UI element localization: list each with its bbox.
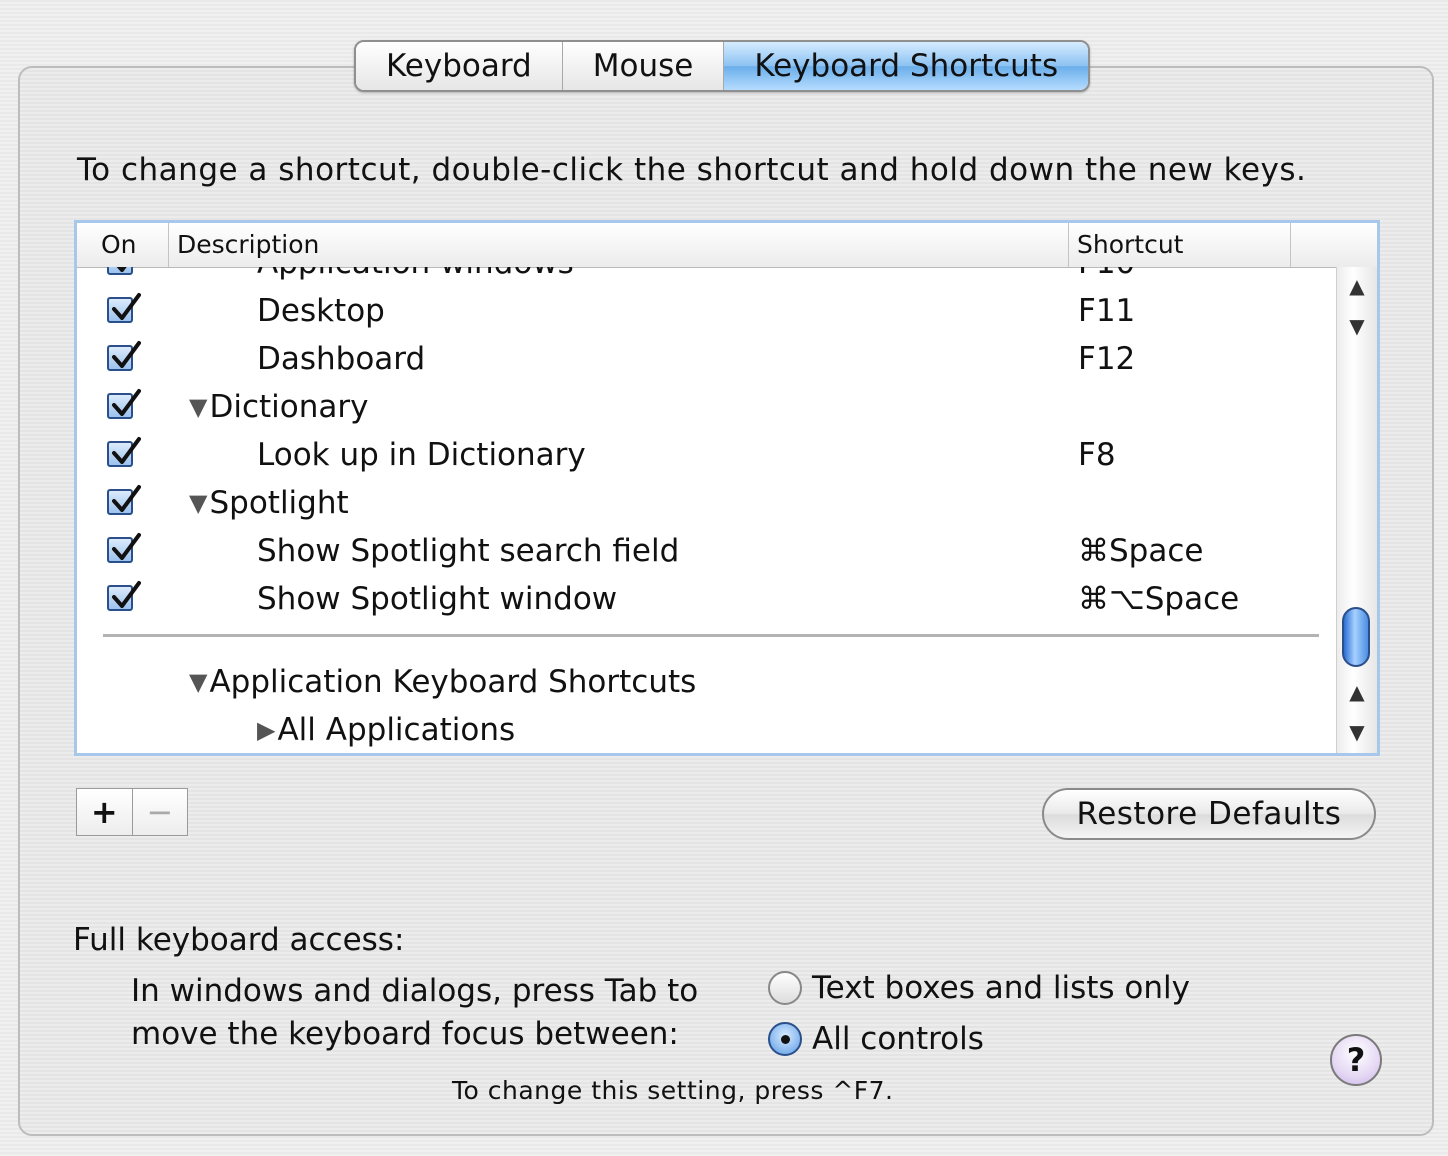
add-remove-buttons: + − [76,788,188,836]
table-row[interactable]: Application windows F10 [77,267,1339,287]
row-description-text: Look up in Dictionary [257,437,586,473]
row-description: ▶All Applications [257,706,515,753]
table-body: Application windowsF10DesktopF11Dashboar… [77,267,1339,753]
scroll-down-arrow-icon[interactable]: ▼ [1337,713,1377,751]
checkmark-icon [112,293,141,320]
table-header: On Description Shortcut [77,223,1377,268]
full-keyboard-access-description: In windows and dialogs, press Tab to mov… [131,970,698,1056]
table-row[interactable]: ▼Spotlight [77,479,1339,527]
row-description: ▼Spotlight [189,479,349,527]
row-description-text: Application windows [257,267,574,281]
radio-label: Text boxes and lists only [812,970,1190,1006]
checkmark-icon [112,437,141,464]
table-row[interactable]: ▼Application Keyboard Shortcuts [77,658,1339,706]
disclosure-expanded-icon[interactable]: ▼ [189,658,207,706]
disclosure-expanded-icon[interactable]: ▼ [189,479,207,527]
table-row[interactable]: Dashboard F12 [77,335,1339,383]
row-shortcut[interactable]: F11 [1078,287,1135,335]
help-button[interactable]: ? [1330,1034,1382,1086]
tab-mouse[interactable]: Mouse [562,42,725,90]
table-row[interactable]: ▼Dictionary [77,383,1339,431]
add-shortcut-button[interactable]: + [77,789,133,835]
row-shortcut[interactable]: F10 [1078,267,1135,287]
instruction-text: To change a shortcut, double-click the s… [77,152,1307,188]
row-description-text: Show Spotlight search field [257,533,680,569]
column-header-description[interactable]: Description [169,223,1069,267]
table-row[interactable]: Look up in Dictionary F8 [77,431,1339,479]
row-shortcut[interactable]: F8 [1078,431,1116,479]
scroll-up-arrow-icon[interactable]: ▲ [1337,673,1377,711]
row-description-text: Dictionary [209,389,369,425]
row-shortcut[interactable]: F12 [1078,335,1135,383]
row-description: Show Spotlight window [257,575,617,623]
row-description-text: Dashboard [257,341,426,377]
row-description-text: All Applications [277,712,516,748]
radio-text-boxes-only[interactable]: Text boxes and lists only [768,970,1190,1006]
radio-button[interactable] [768,971,802,1005]
tab-bar: Keyboard Mouse Keyboard Shortcuts [354,40,1091,92]
description-line: In windows and dialogs, press Tab to [131,973,699,1009]
checkbox[interactable] [107,267,133,275]
checkmark-icon [112,533,141,560]
checkmark-icon [112,341,141,368]
checkmark-icon [112,581,141,608]
restore-defaults-button[interactable]: Restore Defaults [1042,788,1376,840]
scroll-thumb[interactable] [1342,607,1370,667]
checkbox[interactable] [107,485,141,515]
row-description-text: Spotlight [209,485,349,521]
radio-button[interactable] [768,1022,802,1056]
row-description-text: Application Keyboard Shortcuts [209,664,697,700]
disclosure-collapsed-icon[interactable]: ▶ [257,706,275,753]
row-description-text: Desktop [257,293,385,329]
vertical-scrollbar[interactable]: ▲ ▼ ▲ ▼ [1336,267,1377,753]
tab-keyboard[interactable]: Keyboard [356,42,563,90]
checkbox[interactable] [107,437,141,467]
row-description: Desktop [257,287,385,335]
row-description: Show Spotlight search field [257,527,679,575]
checkbox[interactable] [107,293,141,323]
full-keyboard-access-title: Full keyboard access: [73,922,405,958]
section-separator [103,634,1319,637]
keyboard-access-hint: To change this setting, press ^F7. [452,1076,894,1105]
shortcuts-table: On Description Shortcut Application wind… [74,220,1380,756]
row-description: ▼Dictionary [189,383,368,431]
row-shortcut[interactable]: ⌘⌥Space [1078,575,1239,623]
checkmark-icon [112,389,141,416]
row-description: Look up in Dictionary [257,431,586,479]
checkbox[interactable] [107,581,141,611]
row-description: ▼Application Keyboard Shortcuts [189,658,696,706]
row-description-text: Show Spotlight window [257,581,618,617]
tab-keyboard-shortcuts[interactable]: Keyboard Shortcuts [724,42,1089,90]
column-header-shortcut[interactable]: Shortcut [1069,223,1291,267]
table-row[interactable]: ▶All Applications [77,706,1339,753]
table-row[interactable]: Show Spotlight search field ⌘Space [77,527,1339,575]
row-description: Application windows [257,267,574,287]
scroll-up-arrow-icon[interactable]: ▲ [1337,267,1377,305]
row-shortcut[interactable]: ⌘Space [1078,527,1203,575]
table-row[interactable]: Show Spotlight window ⌘⌥Space [77,575,1339,623]
column-header-on[interactable]: On [77,223,169,267]
checkmark-icon [116,267,127,272]
remove-shortcut-button[interactable]: − [133,789,188,835]
checkbox[interactable] [107,341,141,371]
row-description: Dashboard [257,335,425,383]
checkbox[interactable] [107,389,141,419]
description-line: move the keyboard focus between: [131,1016,679,1052]
scroll-down-arrow-icon[interactable]: ▼ [1337,307,1377,345]
radio-all-controls[interactable]: All controls [768,1021,984,1057]
table-row[interactable]: Desktop F11 [77,287,1339,335]
radio-label: All controls [812,1021,984,1057]
disclosure-expanded-icon[interactable]: ▼ [189,383,207,431]
checkbox[interactable] [107,533,141,563]
checkmark-icon [112,485,141,512]
